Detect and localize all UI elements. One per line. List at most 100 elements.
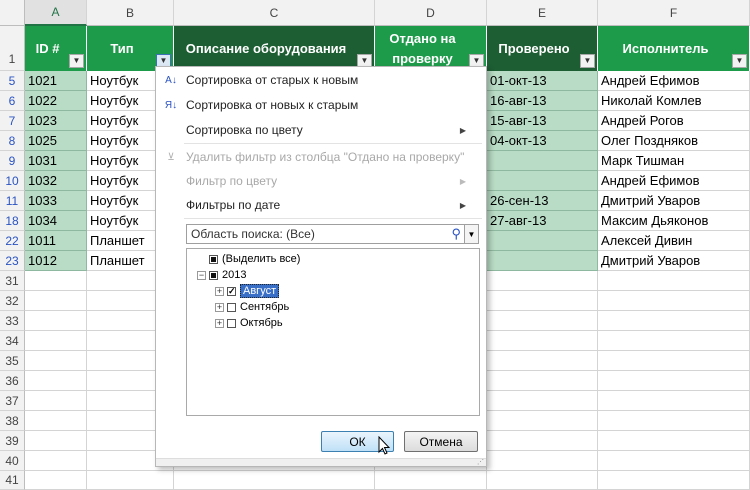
table-cell[interactable] (487, 291, 598, 311)
month-checkbox[interactable] (227, 302, 236, 312)
table-cell[interactable] (598, 351, 750, 371)
row-header[interactable]: 8 (0, 131, 25, 151)
tree-month-node[interactable]: + Сентябрь (215, 299, 289, 315)
table-cell[interactable] (598, 371, 750, 391)
column-header-d[interactable]: D (375, 0, 487, 26)
row-header[interactable]: 1 (0, 26, 25, 71)
table-cell[interactable]: 15-авг-13 (487, 111, 598, 131)
year-checkbox[interactable] (209, 270, 218, 280)
table-cell[interactable]: 04-окт-13 (487, 131, 598, 151)
table-cell[interactable] (598, 411, 750, 431)
table-cell[interactable]: Николай Комлев (598, 91, 750, 111)
table-cell[interactable]: 1021 (25, 71, 87, 91)
row-header[interactable]: 22 (0, 231, 25, 251)
table-cell[interactable]: 1025 (25, 131, 87, 151)
table-cell[interactable] (487, 471, 598, 490)
table-cell[interactable] (598, 391, 750, 411)
select-all-checkbox[interactable] (209, 254, 218, 264)
sort-asc-item[interactable]: Сортировка от старых к новым (186, 70, 358, 90)
table-cell[interactable] (25, 371, 87, 391)
table-cell[interactable] (25, 471, 87, 490)
table-cell[interactable]: 01-окт-13 (487, 71, 598, 91)
table-cell[interactable] (487, 391, 598, 411)
column-header-a[interactable]: A (25, 0, 87, 26)
table-cell[interactable]: Дмитрий Уваров (598, 191, 750, 211)
row-header[interactable]: 38 (0, 411, 25, 431)
table-cell[interactable] (598, 331, 750, 351)
tree-year-node[interactable]: − 2013 (197, 267, 246, 283)
table-cell[interactable] (25, 311, 87, 331)
row-header[interactable]: 37 (0, 391, 25, 411)
row-header[interactable]: 18 (0, 211, 25, 231)
table-cell[interactable] (25, 351, 87, 371)
table-cell[interactable] (487, 151, 598, 171)
table-cell[interactable] (487, 431, 598, 451)
cancel-button[interactable]: Отмена (404, 431, 478, 452)
resize-grip-icon[interactable]: ⋰ (477, 458, 484, 466)
table-cell[interactable] (487, 251, 598, 271)
table-header-cell[interactable]: Отдано на проверку ▼ (375, 26, 487, 71)
tree-month-node[interactable]: + ✓ Август (215, 283, 280, 299)
expand-icon[interactable]: + (215, 318, 224, 328)
clear-filter-item[interactable]: Удалить фильтр из столбца "Отдано на про… (186, 147, 464, 167)
table-cell[interactable] (25, 451, 87, 471)
table-cell[interactable] (487, 271, 598, 291)
row-header[interactable]: 40 (0, 451, 25, 471)
table-header-cell[interactable]: ID # ▼ (25, 26, 87, 71)
table-cell[interactable] (487, 371, 598, 391)
tree-select-all[interactable]: (Выделить все) (209, 251, 300, 267)
table-cell[interactable]: 16-авг-13 (487, 91, 598, 111)
table-cell[interactable] (487, 451, 598, 471)
row-header[interactable]: 39 (0, 431, 25, 451)
table-cell[interactable]: 26-сен-13 (487, 191, 598, 211)
table-cell[interactable]: Марк Тишман (598, 151, 750, 171)
table-cell[interactable] (25, 411, 87, 431)
table-cell[interactable] (25, 331, 87, 351)
dropdown-icon[interactable]: ▼ (732, 54, 747, 68)
row-header[interactable]: 32 (0, 291, 25, 311)
table-cell[interactable] (487, 231, 598, 251)
table-cell[interactable]: 1011 (25, 231, 87, 251)
filter-color-item[interactable]: Фильтр по цвету ▶ (186, 171, 476, 191)
table-cell[interactable]: 1034 (25, 211, 87, 231)
table-cell[interactable] (487, 351, 598, 371)
table-cell[interactable] (174, 471, 375, 490)
table-header-cell[interactable]: Тип ▼ (87, 26, 174, 71)
table-cell[interactable] (25, 431, 87, 451)
month-checkbox[interactable] (227, 318, 236, 328)
table-cell[interactable] (598, 291, 750, 311)
table-cell[interactable] (487, 331, 598, 351)
column-header-b[interactable]: B (87, 0, 174, 26)
table-cell[interactable] (25, 271, 87, 291)
column-header-c[interactable]: C (174, 0, 375, 26)
table-cell[interactable] (25, 391, 87, 411)
table-cell[interactable] (487, 311, 598, 331)
row-header[interactable]: 31 (0, 271, 25, 291)
table-cell[interactable]: 1023 (25, 111, 87, 131)
dropdown-icon[interactable]: ▼ (580, 54, 595, 68)
table-cell[interactable]: Андрей Рогов (598, 111, 750, 131)
search-input[interactable]: Область поиска: (Все) ⚲ ▼ (186, 224, 479, 244)
row-header[interactable]: 35 (0, 351, 25, 371)
date-filters-item[interactable]: Фильтры по дате ▶ (186, 195, 476, 215)
select-all-corner[interactable] (0, 0, 25, 26)
row-header[interactable]: 34 (0, 331, 25, 351)
tree-month-node[interactable]: + Октябрь (215, 315, 283, 331)
table-cell[interactable]: 1031 (25, 151, 87, 171)
row-header[interactable]: 6 (0, 91, 25, 111)
row-header[interactable]: 9 (0, 151, 25, 171)
row-header[interactable]: 10 (0, 171, 25, 191)
dropdown-icon[interactable]: ▼ (464, 225, 478, 243)
table-cell[interactable]: Максим Дьяконов (598, 211, 750, 231)
collapse-icon[interactable]: − (197, 270, 206, 280)
resize-bar[interactable]: ⋰ (156, 458, 486, 466)
search-icon[interactable]: ⚲ (451, 226, 461, 242)
table-header-cell[interactable]: Исполнитель ▼ (598, 26, 750, 71)
table-cell[interactable]: Андрей Ефимов (598, 71, 750, 91)
table-cell[interactable]: Андрей Ефимов (598, 171, 750, 191)
column-header-f[interactable]: F (598, 0, 750, 26)
column-header-e[interactable]: E (487, 0, 598, 26)
table-cell[interactable]: 1022 (25, 91, 87, 111)
table-cell[interactable] (598, 471, 750, 490)
row-header[interactable]: 41 (0, 471, 25, 490)
